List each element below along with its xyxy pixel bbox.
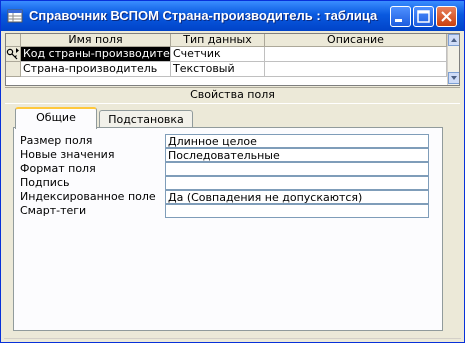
property-label: Индексированное поле [20, 190, 156, 203]
maximize-icon [417, 10, 430, 23]
property-value[interactable] [165, 176, 429, 190]
title-bar[interactable]: Справочник ВСПОМ Страна-производитель : … [1, 1, 464, 31]
property-label: Смарт-теги [20, 204, 87, 217]
description-cell[interactable] [265, 62, 447, 77]
data-type-cell[interactable]: Текстовый [171, 62, 265, 77]
window-title: Справочник ВСПОМ Страна-производитель : … [29, 8, 378, 23]
properties-panel: Размер поля Длинное целое Новые значения… [13, 127, 443, 331]
table-design-icon[interactable] [7, 8, 23, 24]
description-cell[interactable] [265, 47, 447, 62]
vertical-scrollbar[interactable] [447, 34, 459, 85]
table-design-window: Справочник ВСПОМ Страна-производитель : … [0, 0, 465, 343]
data-type-cell[interactable]: Счетчик [171, 47, 265, 62]
property-label: Подпись [20, 176, 70, 189]
field-name-cell[interactable]: Код страны-производителя [21, 47, 171, 62]
row-selector[interactable] [6, 62, 21, 77]
close-icon [441, 11, 452, 22]
arrow-down-icon [451, 76, 457, 80]
property-value[interactable]: Последовательные [165, 148, 429, 162]
property-label: Размер поля [20, 134, 93, 147]
minimize-icon [395, 19, 402, 22]
client-area: Имя поля Тип данных Описание Код страны-… [4, 32, 461, 341]
property-label: Новые значения [20, 148, 115, 161]
scroll-down-button[interactable] [448, 72, 459, 84]
property-value[interactable]: Да (Совпадения не допускаются) [165, 190, 429, 204]
maximize-button[interactable] [413, 6, 434, 27]
tab-general[interactable]: Общие [15, 107, 97, 129]
row-selector[interactable] [6, 47, 21, 62]
key-icon [6, 48, 19, 60]
field-grid: Имя поля Тип данных Описание Код страны-… [5, 33, 460, 86]
field-properties-header: Свойства поля [5, 87, 460, 104]
property-value[interactable] [165, 162, 429, 176]
close-button[interactable] [436, 6, 457, 27]
window-bottom-divider [4, 338, 461, 339]
field-name-cell[interactable]: Страна-производитель [21, 62, 171, 77]
scroll-up-button[interactable] [448, 34, 459, 46]
property-value[interactable]: Длинное целое [165, 134, 429, 148]
row-selector-header [6, 34, 21, 47]
column-header-data-type[interactable]: Тип данных [171, 34, 265, 47]
property-value[interactable] [165, 204, 429, 218]
arrow-up-icon [451, 38, 457, 42]
column-header-description[interactable]: Описание [265, 34, 447, 47]
column-header-field-name[interactable]: Имя поля [21, 34, 171, 47]
property-label: Формат поля [20, 162, 96, 175]
minimize-button[interactable] [390, 6, 411, 27]
